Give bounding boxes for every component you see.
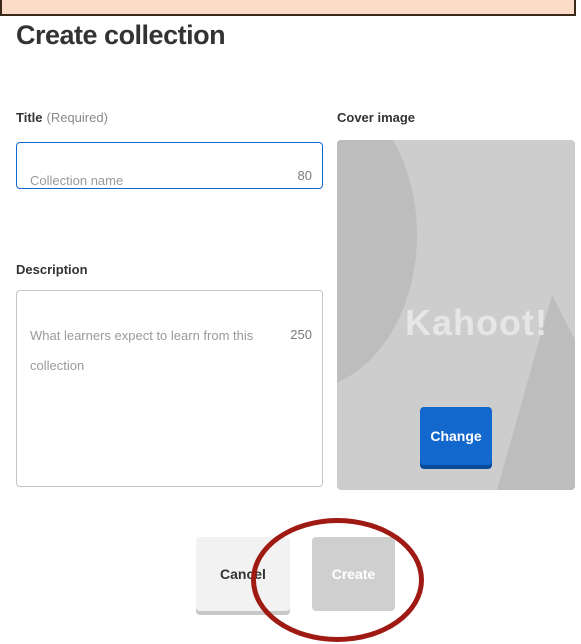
top-banner — [0, 0, 576, 16]
description-field[interactable]: What learners expect to learn from this … — [16, 290, 323, 487]
title-label-text: Title — [16, 110, 43, 125]
kahoot-logo: Kahoot! — [405, 302, 548, 343]
create-button[interactable]: Create — [312, 537, 395, 611]
change-cover-button[interactable]: Change — [420, 407, 492, 465]
title-label: Title (Required) — [16, 110, 108, 125]
cancel-button[interactable]: Cancel — [196, 537, 290, 611]
description-char-counter: 250 — [290, 327, 312, 342]
title-placeholder: Collection name — [30, 173, 124, 188]
required-hint: (Required) — [46, 110, 108, 125]
cover-image: Kahoot! Change — [337, 140, 575, 490]
page-title: Create collection — [16, 20, 226, 50]
title-char-counter: 80 — [297, 168, 312, 183]
title-input[interactable]: Collection name 80 — [16, 142, 323, 189]
description-placeholder: What learners expect to learn from this … — [30, 328, 254, 373]
description-label: Description — [16, 262, 88, 277]
cover-image-label: Cover image — [337, 110, 416, 125]
